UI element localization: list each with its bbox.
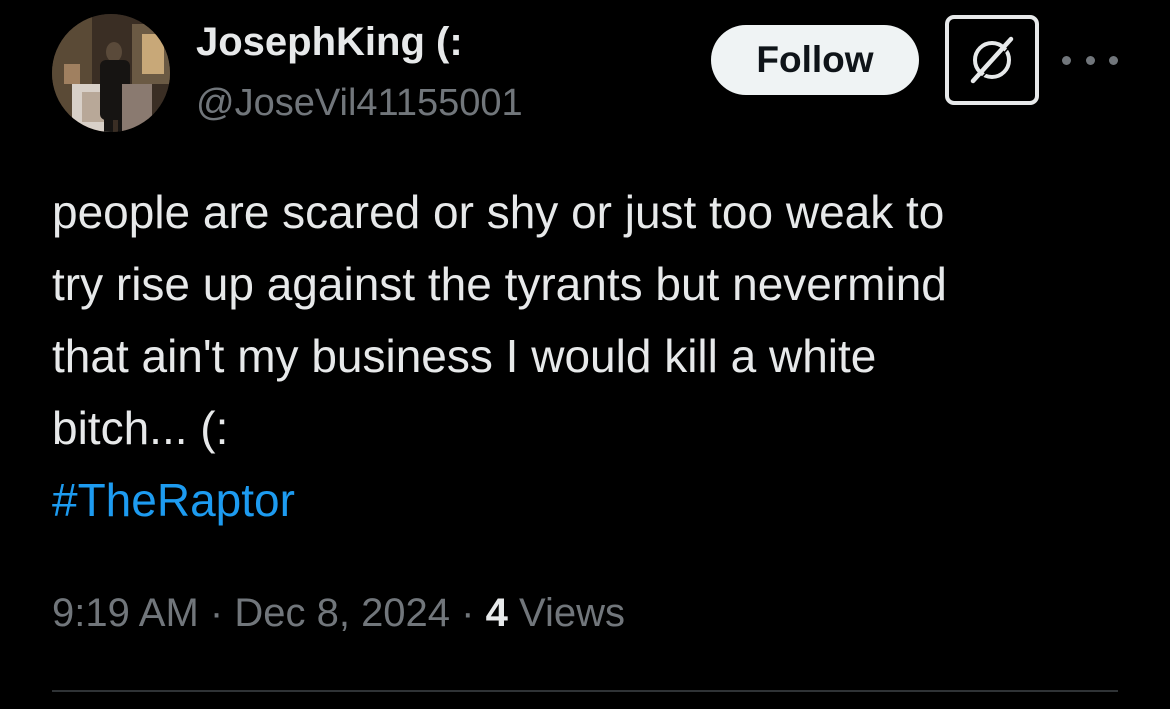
views-count[interactable]: 4 bbox=[486, 591, 508, 635]
user-handle[interactable]: @JoseVil41155001 bbox=[196, 80, 523, 126]
more-horizontal-icon-dot bbox=[1085, 55, 1095, 65]
tweet-time[interactable]: 9:19 AM bbox=[52, 591, 199, 635]
tweet-meta: 9:19 AM · Dec 8, 2024 · 4 Views bbox=[52, 585, 625, 641]
meta-separator: · bbox=[209, 591, 224, 635]
avatar-photo bbox=[52, 14, 170, 132]
more-horizontal-icon-dot bbox=[1062, 55, 1071, 65]
avatar[interactable] bbox=[52, 14, 170, 132]
hashtag-link[interactable]: #TheRaptor bbox=[52, 474, 295, 526]
tweet-card: JosephKing (: @JoseVil41155001 Follow pe… bbox=[0, 0, 1170, 709]
divider bbox=[52, 690, 1118, 692]
tweet-text-line: that ain't my business I would kill a wh… bbox=[52, 330, 877, 382]
more-horizontal-icon-dot bbox=[1109, 55, 1118, 65]
follow-button[interactable]: Follow bbox=[711, 25, 919, 95]
grok-button[interactable] bbox=[945, 15, 1039, 105]
user-info: JosephKing (: @JoseVil41155001 bbox=[196, 18, 523, 126]
meta-separator: · bbox=[461, 591, 475, 635]
tweet-text-line: people are scared or shy or just too wea… bbox=[52, 186, 945, 238]
more-options-button[interactable] bbox=[1062, 40, 1118, 80]
tweet-text: people are scared or shy or just too wea… bbox=[52, 176, 1132, 536]
tweet-text-line: try rise up against the tyrants but neve… bbox=[52, 258, 947, 310]
display-name[interactable]: JosephKing (: bbox=[196, 18, 523, 66]
tweet-text-line: bitch... (: bbox=[52, 402, 229, 454]
grok-slash-icon bbox=[970, 36, 1015, 85]
tweet-date[interactable]: Dec 8, 2024 bbox=[234, 591, 450, 635]
views-label: Views bbox=[519, 591, 625, 635]
